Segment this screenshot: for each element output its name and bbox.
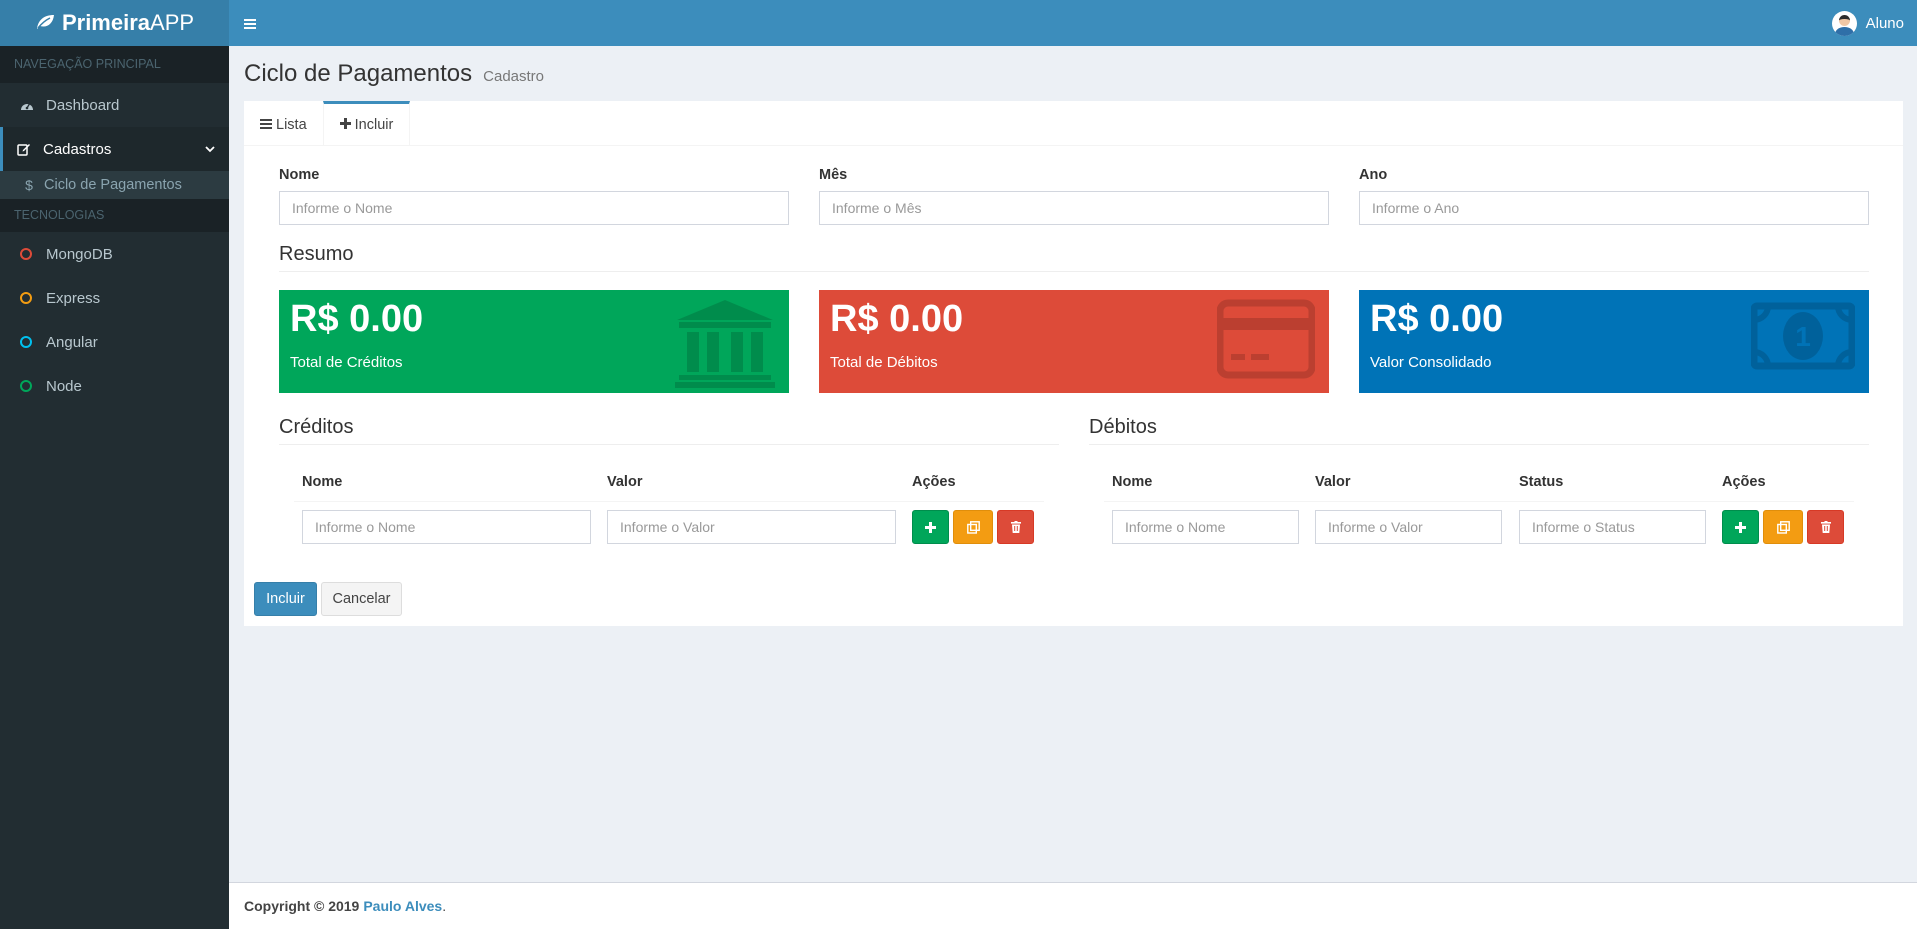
debitos-col-nome: Nome xyxy=(1112,474,1153,490)
consolidado-label: Valor Consolidado xyxy=(1370,354,1492,371)
debito-nome-input[interactable] xyxy=(1112,510,1299,544)
clone-icon xyxy=(966,520,980,534)
avatar xyxy=(1831,10,1857,36)
debitos-title: Débitos xyxy=(1089,416,1869,445)
trash-icon xyxy=(1010,521,1021,533)
cancelar-button[interactable]: Cancelar xyxy=(321,582,402,616)
logo-bold-text: Primeira xyxy=(61,10,151,35)
resumo-title: Resumo xyxy=(279,243,1869,272)
debitos-header-divider xyxy=(1104,501,1854,502)
sidebar-item-label: Node xyxy=(46,377,82,395)
page-title: Ciclo de Pagamentos xyxy=(244,60,473,87)
sidebar-item-cadastros[interactable]: Cadastros xyxy=(0,127,229,171)
credito-nome-input[interactable] xyxy=(302,510,591,544)
nome-input[interactable] xyxy=(279,191,789,225)
debito-valor-input[interactable] xyxy=(1315,510,1502,544)
circle-icon xyxy=(20,248,40,260)
sidebar-item-label: Dashboard xyxy=(46,96,120,114)
clone-debito-button[interactable] xyxy=(1763,510,1803,544)
delete-credito-button[interactable] xyxy=(997,510,1034,544)
plus-icon xyxy=(1735,521,1746,533)
page-subtitle: Cadastro xyxy=(483,68,545,85)
plus-icon xyxy=(925,521,936,533)
creditos-col-acoes: Ações xyxy=(912,474,956,490)
chevron-down-icon xyxy=(205,142,215,156)
trash-icon xyxy=(1820,521,1831,533)
sidebar-item-express[interactable]: Express xyxy=(0,276,229,320)
sidebar: Navegação Principal Dashboard Cadastros … xyxy=(0,46,229,929)
creditos-col-valor: Valor xyxy=(607,474,643,490)
credit-card-icon xyxy=(1216,298,1316,384)
debitos-col-acoes: Ações xyxy=(1722,474,1766,490)
nome-label: Nome xyxy=(279,167,320,183)
tab-label: Incluir xyxy=(354,116,394,133)
sidebar-item-dashboard[interactable]: Dashboard xyxy=(0,83,229,127)
edit-icon xyxy=(17,142,37,156)
sidebar-item-label: Express xyxy=(46,289,101,307)
incluir-button[interactable]: Incluir xyxy=(254,582,317,616)
circle-icon xyxy=(20,336,40,348)
hamburger-icon xyxy=(244,13,256,34)
tab-label: Lista xyxy=(276,116,307,133)
sidebar-item-label: Angular xyxy=(46,333,98,351)
content-header: Ciclo de Pagamentos Cadastro xyxy=(244,60,544,88)
circle-icon xyxy=(20,292,40,304)
sidebar-header-main: Navegação Principal xyxy=(0,46,229,83)
creditos-col-nome: Nome xyxy=(302,474,343,490)
clone-icon xyxy=(1776,520,1790,534)
copyright-text: Copyright © 2019 xyxy=(244,898,360,914)
sidebar-item-label: Cadastros xyxy=(43,140,112,158)
page-footer: Copyright © 2019 Paulo Alves. xyxy=(229,882,1917,929)
top-navbar: Aluno xyxy=(229,0,1917,46)
sidebar-item-mongodb[interactable]: MongoDB xyxy=(0,232,229,276)
mes-input[interactable] xyxy=(819,191,1329,225)
creditos-total-value: R$ 0.00 xyxy=(290,298,424,340)
clone-credito-button[interactable] xyxy=(953,510,993,544)
svg-text:1: 1 xyxy=(1795,321,1811,352)
footer-period: . xyxy=(442,898,447,914)
tab-bar: Lista Incluir xyxy=(244,101,1903,146)
credito-valor-input[interactable] xyxy=(607,510,896,544)
ano-input[interactable] xyxy=(1359,191,1869,225)
delete-debito-button[interactable] xyxy=(1807,510,1844,544)
sidebar-item-node[interactable]: Node xyxy=(0,364,229,408)
debitos-total-label: Total de Débitos xyxy=(830,354,938,371)
circle-icon xyxy=(20,380,40,392)
money-icon: 1 xyxy=(1750,298,1856,378)
sidebar-subitem-label: Ciclo de Pagamentos xyxy=(44,177,182,193)
sidebar-subitem-ciclo[interactable]: $ Ciclo de Pagamentos xyxy=(0,171,229,199)
tab-incluir[interactable]: Incluir xyxy=(322,101,411,145)
creditos-total-label: Total de Créditos xyxy=(290,354,403,371)
mes-label: Mês xyxy=(819,167,848,183)
add-credito-button[interactable] xyxy=(912,510,949,544)
debitos-total-value: R$ 0.00 xyxy=(830,298,964,340)
consolidado-value: R$ 0.00 xyxy=(1370,298,1504,340)
dashboard-icon xyxy=(20,99,40,111)
bank-icon xyxy=(675,298,775,392)
sidebar-toggle-button[interactable] xyxy=(229,0,271,46)
sidebar-header-tech: Tecnologias xyxy=(0,199,229,232)
leaf-icon xyxy=(35,10,55,36)
consolidado-summary-box: R$ 0.00 Valor Consolidado 1 xyxy=(1359,290,1869,393)
debitos-col-valor: Valor xyxy=(1315,474,1351,490)
add-debito-button[interactable] xyxy=(1722,510,1759,544)
logo-light-text: APP xyxy=(150,10,195,35)
list-icon xyxy=(260,117,272,133)
user-menu[interactable]: Aluno xyxy=(1831,10,1904,36)
creditos-title: Créditos xyxy=(279,416,1059,445)
tab-lista[interactable]: Lista xyxy=(244,101,323,145)
sidebar-item-angular[interactable]: Angular xyxy=(0,320,229,364)
creditos-summary-box: R$ 0.00 Total de Créditos xyxy=(279,290,789,393)
debitos-col-status: Status xyxy=(1519,474,1564,490)
app-logo[interactable]: Primeira APP xyxy=(0,0,229,46)
debito-status-input[interactable] xyxy=(1519,510,1706,544)
creditos-header-divider xyxy=(294,501,1044,502)
debitos-summary-box: R$ 0.00 Total de Débitos xyxy=(819,290,1329,393)
dollar-icon: $ xyxy=(25,177,33,193)
sidebar-item-label: MongoDB xyxy=(46,245,113,263)
ano-label: Ano xyxy=(1359,167,1388,183)
author-link[interactable]: Paulo Alves xyxy=(363,898,442,914)
plus-icon xyxy=(339,117,351,133)
user-name: Aluno xyxy=(1865,14,1904,32)
